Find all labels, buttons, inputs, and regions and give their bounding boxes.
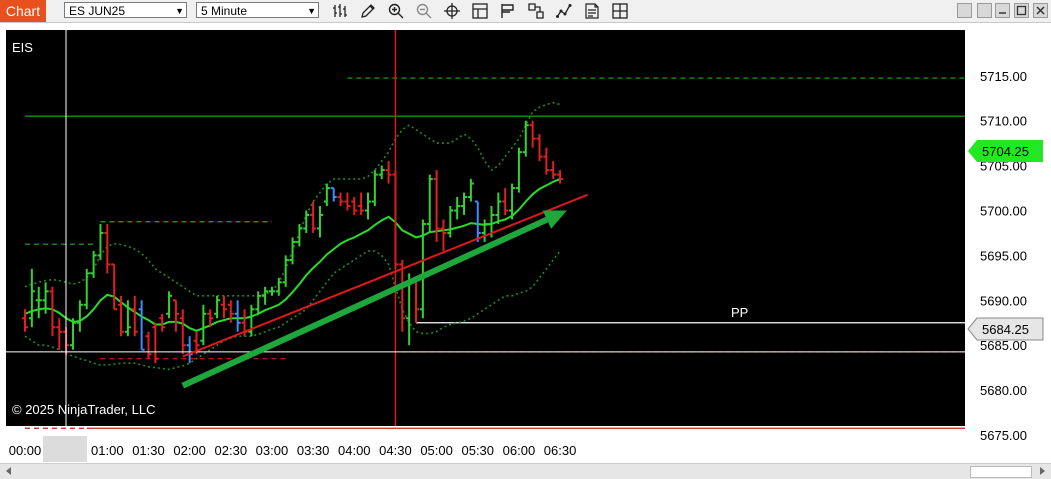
time-tick-label: 02:30 xyxy=(215,443,248,458)
price-tick-label: 5690.00 xyxy=(980,293,1027,308)
crosshair-price-marker: 5684.25 xyxy=(967,317,1044,341)
properties-icon[interactable] xyxy=(583,2,601,20)
crosshair-price-label: 5684.25 xyxy=(982,322,1029,337)
scroll-right-icon[interactable] xyxy=(1035,464,1049,478)
price-tick-label: 5675.00 xyxy=(980,428,1027,443)
chart-tab[interactable]: Chart xyxy=(0,0,46,22)
close-icon xyxy=(1036,6,1045,15)
panel-label: EIS xyxy=(12,40,33,55)
interval-selector[interactable]: 5 Minute ▼ xyxy=(196,2,319,18)
price-tick-label: 5680.00 xyxy=(980,383,1027,398)
instrument-selector[interactable]: ES JUN25 ▼ xyxy=(64,2,187,18)
maximize-icon xyxy=(1016,5,1027,16)
time-tick-label: 04:00 xyxy=(338,443,371,458)
minimize-icon xyxy=(999,12,1006,14)
time-tick-label: 01:00 xyxy=(91,443,124,458)
time-tick-label: 02:00 xyxy=(173,443,206,458)
minimize-button[interactable] xyxy=(957,3,972,18)
chevron-down-icon: ▼ xyxy=(175,6,184,16)
bars-type-icon[interactable] xyxy=(331,2,349,20)
zoom-in-icon[interactable] xyxy=(387,2,405,20)
price-chart[interactable]: 5715.005710.005705.005700.005695.005690.… xyxy=(0,23,1051,463)
scrollbar-thumb[interactable] xyxy=(970,466,1032,478)
scroll-left-icon[interactable] xyxy=(2,464,16,478)
price-tick-label: 5695.00 xyxy=(980,248,1027,263)
crosshair-time-marker xyxy=(43,436,87,462)
chart-area[interactable]: 5715.00 5710.00 5705.00 5700.00 5695.00 5690.… xyxy=(0,23,1051,463)
current-price-label: 5704.25 xyxy=(982,144,1029,159)
indicators-icon[interactable] xyxy=(499,2,517,20)
chart-toolbar: Chart ES JUN25 ▼ 5 Minute ▼ xyxy=(0,0,1051,23)
link-button[interactable] xyxy=(977,3,992,18)
copyright-text: © 2025 NinjaTrader, LLC xyxy=(12,402,156,417)
zoom-out-icon[interactable] xyxy=(415,2,433,20)
strategies-icon[interactable] xyxy=(527,2,545,20)
time-tick-label: 00:00 xyxy=(9,443,42,458)
horizontal-scrollbar[interactable] xyxy=(0,463,1051,479)
pencil-icon[interactable] xyxy=(359,2,377,20)
time-tick-label: 03:30 xyxy=(297,443,330,458)
maximize-button[interactable] xyxy=(1014,3,1029,18)
chevron-down-icon: ▼ xyxy=(307,6,316,16)
close-button[interactable] xyxy=(1033,3,1048,18)
current-price-marker: 5704.25 xyxy=(968,140,1043,162)
time-tick-label: 04:30 xyxy=(379,443,412,458)
price-tick-label: 5700.00 xyxy=(980,204,1027,219)
time-tick-label: 06:00 xyxy=(503,443,536,458)
data-box-icon[interactable] xyxy=(471,2,489,20)
price-tick-label: 5710.00 xyxy=(980,114,1027,129)
instrument-value: ES JUN25 xyxy=(69,4,126,18)
window-grid-icon[interactable] xyxy=(611,2,629,20)
price-axis-background xyxy=(965,30,1051,426)
time-tick-label: 01:30 xyxy=(132,443,165,458)
drawing-tools-icon[interactable] xyxy=(555,2,573,20)
restore-button[interactable] xyxy=(995,3,1010,18)
crosshair-icon[interactable] xyxy=(443,2,461,20)
time-tick-label: 05:30 xyxy=(461,443,494,458)
time-tick-label: 05:00 xyxy=(420,443,453,458)
pivot-label: PP xyxy=(731,305,748,320)
interval-value: 5 Minute xyxy=(201,4,248,18)
time-tick-label: 06:30 xyxy=(544,443,577,458)
time-tick-label: 03:00 xyxy=(256,443,289,458)
price-tick-label: 5715.00 xyxy=(980,69,1027,84)
